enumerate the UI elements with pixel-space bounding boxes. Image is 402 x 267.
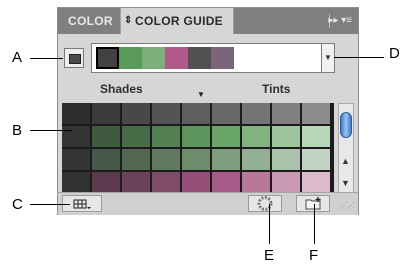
color-variation-cell[interactable] bbox=[62, 149, 92, 172]
color-variation-cell[interactable] bbox=[302, 149, 332, 172]
color-variation-cell[interactable] bbox=[242, 172, 272, 193]
color-variation-cell[interactable] bbox=[62, 172, 92, 193]
harmony-chip bbox=[188, 47, 211, 69]
color-variation-cell[interactable] bbox=[152, 172, 182, 193]
edit-colors-button[interactable] bbox=[248, 195, 282, 212]
save-color-group-button[interactable] bbox=[296, 195, 330, 212]
callout-a: A bbox=[12, 49, 23, 66]
tints-label: Tints bbox=[262, 82, 291, 96]
color-variation-cell[interactable] bbox=[272, 103, 302, 126]
callout-a-line bbox=[30, 58, 63, 59]
color-variation-cell[interactable] bbox=[302, 103, 332, 126]
color-variation-cell[interactable] bbox=[92, 126, 122, 149]
color-variation-cell[interactable] bbox=[242, 149, 272, 172]
harmony-chip bbox=[142, 47, 165, 69]
color-wheel-icon bbox=[257, 196, 273, 211]
callout-d: D bbox=[389, 45, 400, 62]
color-variation-cell[interactable] bbox=[302, 126, 332, 149]
tab-color[interactable]: COLOR bbox=[68, 8, 113, 34]
color-variation-cell[interactable] bbox=[212, 126, 242, 149]
scroll-down-icon[interactable]: ▼ bbox=[341, 178, 350, 188]
color-variation-cell[interactable] bbox=[302, 172, 332, 193]
color-variation-cell[interactable] bbox=[182, 149, 212, 172]
color-variation-cell[interactable] bbox=[182, 172, 212, 193]
color-variation-cell[interactable] bbox=[92, 149, 122, 172]
base-color-chip bbox=[69, 54, 81, 64]
harmony-chip bbox=[165, 47, 188, 69]
harmony-chip bbox=[96, 47, 119, 69]
harmony-chip bbox=[119, 47, 142, 69]
harmony-chip bbox=[211, 47, 234, 69]
color-variation-cell[interactable] bbox=[212, 172, 242, 193]
grid-scrollbar[interactable]: ▲ ▼ bbox=[338, 103, 354, 193]
color-variation-cell[interactable] bbox=[152, 149, 182, 172]
callout-d-line bbox=[334, 57, 384, 58]
base-color-marker-icon: ▼ bbox=[197, 90, 205, 99]
panel-bottom-bar: ⋰⋰ bbox=[58, 192, 358, 215]
panel-tab-bar: COLOR ⇕ COLOR GUIDE ▸▸ ▾≡ bbox=[58, 8, 358, 34]
tab-color-guide[interactable]: ⇕ COLOR GUIDE bbox=[120, 8, 234, 34]
callout-b-line bbox=[30, 130, 72, 131]
tab-expand-icon: ⇕ bbox=[124, 15, 133, 26]
color-variation-cell[interactable] bbox=[212, 103, 242, 126]
color-variation-grid[interactable] bbox=[62, 103, 334, 193]
callout-e: E bbox=[264, 247, 275, 264]
scroll-up-icon[interactable]: ▲ bbox=[341, 156, 350, 166]
scroll-thumb[interactable] bbox=[340, 112, 352, 138]
color-variation-cell[interactable] bbox=[182, 126, 212, 149]
harmony-rules-dropdown-button[interactable]: ▼ bbox=[321, 43, 335, 73]
callout-b: B bbox=[12, 122, 23, 139]
tab-color-guide-label: COLOR GUIDE bbox=[135, 14, 223, 28]
color-variation-cell[interactable] bbox=[122, 103, 152, 126]
color-variation-cell[interactable] bbox=[122, 172, 152, 193]
color-variation-cell[interactable] bbox=[92, 103, 122, 126]
color-guide-panel: COLOR ⇕ COLOR GUIDE ▸▸ ▾≡ ▼ Shades ▼ Tin… bbox=[57, 7, 359, 215]
callout-f-line bbox=[314, 204, 315, 244]
new-swatch-group-icon bbox=[305, 197, 321, 210]
panel-menu-icon[interactable]: ▸▸ ▾≡ bbox=[328, 8, 352, 34]
callout-f: F bbox=[309, 247, 319, 264]
color-variation-cell[interactable] bbox=[62, 103, 92, 126]
resize-grip-icon[interactable]: ⋰⋰ bbox=[340, 201, 355, 210]
color-variation-cell[interactable] bbox=[152, 126, 182, 149]
color-variation-cell[interactable] bbox=[122, 126, 152, 149]
callout-c-line bbox=[30, 204, 70, 205]
color-variation-cell[interactable] bbox=[272, 172, 302, 193]
shades-label: Shades bbox=[100, 82, 143, 96]
callout-c: C bbox=[12, 196, 23, 213]
color-variation-cell[interactable] bbox=[182, 103, 212, 126]
color-variation-cell[interactable] bbox=[152, 103, 182, 126]
color-variation-cell[interactable] bbox=[272, 149, 302, 172]
color-variation-cell[interactable] bbox=[92, 172, 122, 193]
color-variation-cell[interactable] bbox=[242, 103, 272, 126]
callout-e-line bbox=[269, 204, 270, 244]
color-variation-cell[interactable] bbox=[242, 126, 272, 149]
color-variation-cell[interactable] bbox=[122, 149, 152, 172]
harmony-rule-colors[interactable] bbox=[91, 43, 323, 73]
set-base-color-button[interactable] bbox=[64, 48, 84, 68]
color-variation-cell[interactable] bbox=[272, 126, 302, 149]
color-variation-cell[interactable] bbox=[212, 149, 242, 172]
